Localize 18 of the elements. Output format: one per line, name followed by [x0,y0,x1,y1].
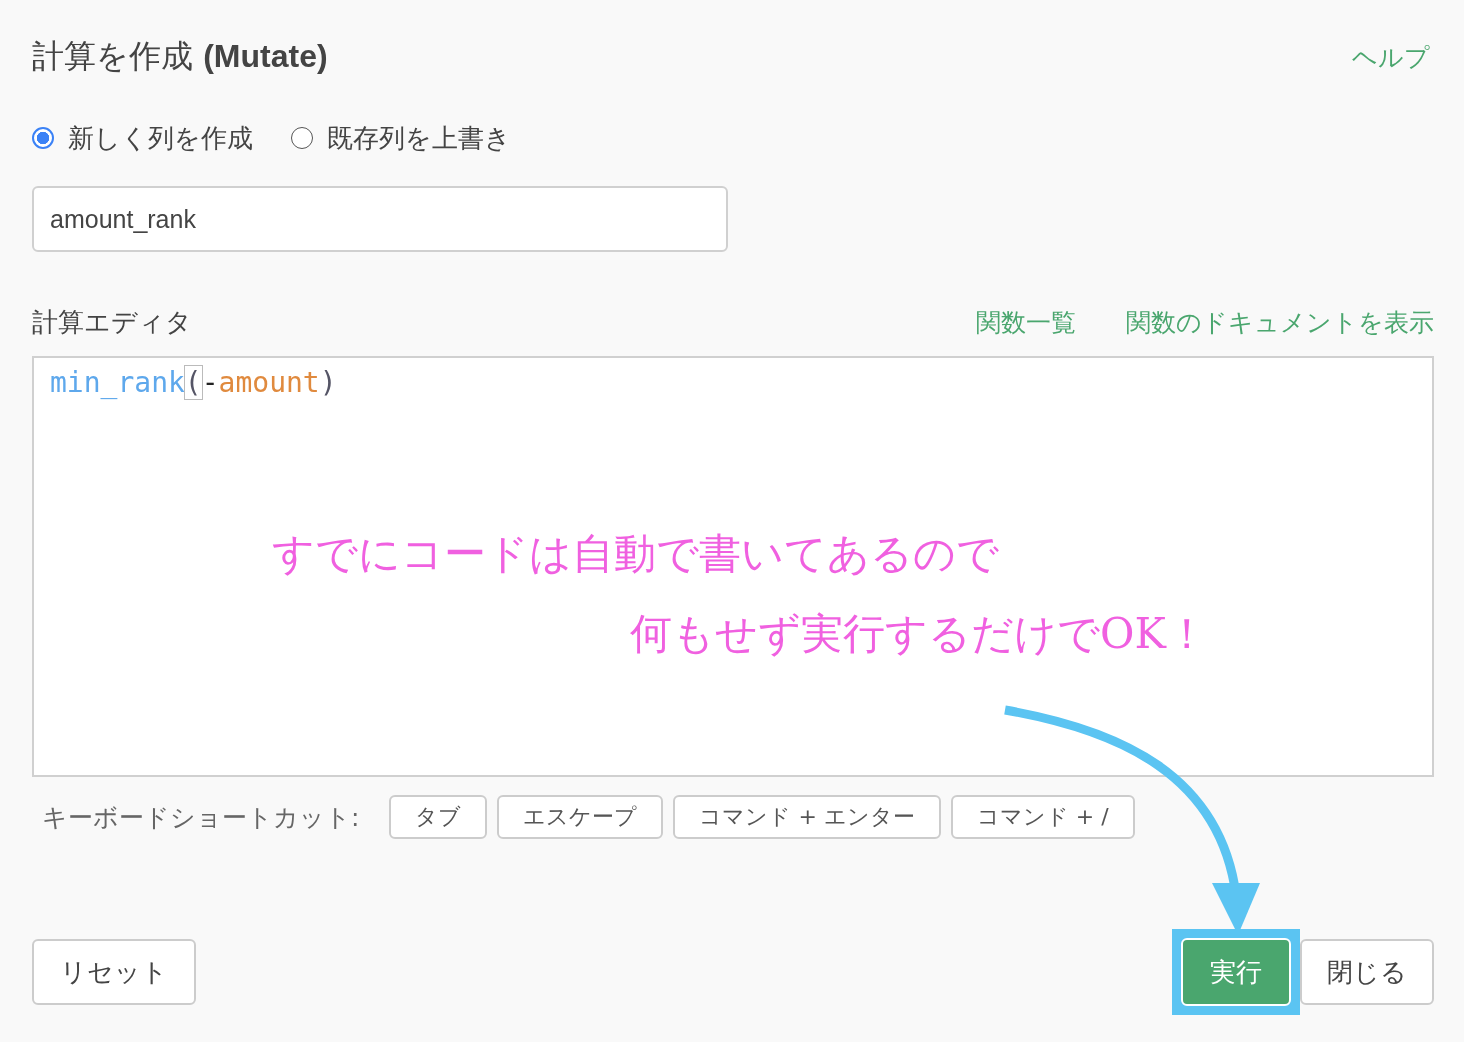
shortcuts-label: キーボードショートカット: [42,801,360,834]
shortcut-key[interactable]: コマンド + エンター [673,795,941,839]
radio-button[interactable] [291,127,313,149]
annotation-text: すでにコードは自動で書いてあるので [272,528,999,580]
radio-label[interactable]: 既存列を上書き [327,120,511,156]
dialog-title: 計算を作成 (Mutate) [32,36,328,77]
reset-button[interactable]: リセット [32,939,196,1005]
code-editor[interactable]: min_rank(-amount) すでにコードは自動で書いてあるので 何もせず実行するだけでOK！ [32,356,1434,777]
shortcut-key[interactable]: エスケープ [497,795,664,839]
shortcut-key[interactable]: タブ [389,795,488,839]
radio-label[interactable]: 新しく列を作成 [68,120,253,156]
close-button[interactable]: 閉じる [1300,939,1434,1005]
code-line: min_rank(-amount) [50,366,337,399]
column-name-field[interactable]: amount_rank [32,186,728,252]
shortcut-key[interactable]: コマンド + / [950,795,1135,839]
editor-label: 計算エディタ [32,305,192,339]
annotation-text: 何もせず実行するだけでOK！ [630,608,1208,660]
radio-button[interactable] [32,127,54,149]
